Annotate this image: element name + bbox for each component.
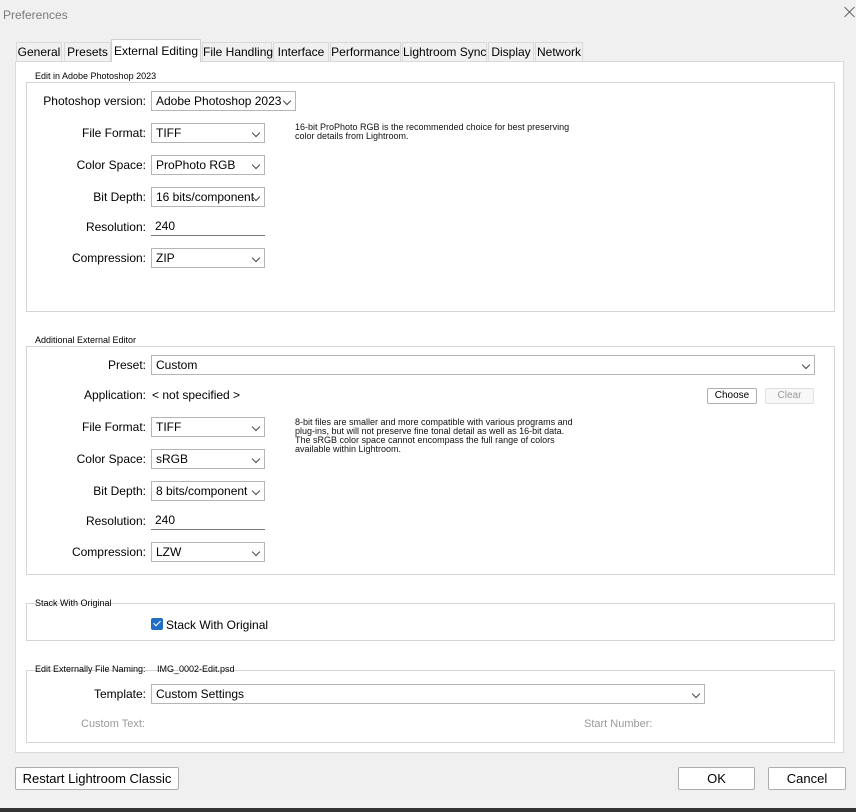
ae-note-line: available within Lightroom.: [295, 444, 402, 454]
ps-file-format-select[interactable]: TIFF: [151, 123, 265, 143]
ps-file-format-label: File Format:: [81, 126, 146, 140]
ae-file-format-select[interactable]: TIFF: [151, 417, 265, 437]
file-naming-group: [26, 670, 835, 743]
chevron-down-icon: [251, 486, 261, 496]
ps-color-space-value: ProPhoto RGB: [156, 158, 236, 172]
ps-color-space-select[interactable]: ProPhoto RGB: [151, 155, 265, 175]
additional-group-title: Additional External Editor: [35, 335, 137, 345]
tab-network[interactable]: Network: [535, 42, 583, 61]
ps-note: 16-bit ProPhoto RGB is the recommended c…: [295, 123, 569, 141]
ae-bit-depth-label: Bit Depth:: [93, 484, 146, 498]
chevron-down-icon: [251, 454, 261, 464]
ae-compression-select[interactable]: LZW: [151, 542, 265, 562]
tab-external-editing[interactable]: External Editing: [111, 39, 201, 62]
tab-presets[interactable]: Presets: [64, 42, 111, 61]
chevron-down-icon: [691, 689, 701, 699]
tab-display[interactable]: Display: [488, 42, 534, 61]
ae-color-space-label: Color Space:: [76, 452, 146, 466]
ps-note-line: color details from Lightroom.: [295, 131, 409, 141]
ae-note: 8-bit files are smaller and more compati…: [295, 418, 573, 454]
ae-compression-value: LZW: [156, 545, 182, 559]
chevron-down-icon: [251, 422, 261, 432]
template-value: Custom Settings: [156, 687, 245, 701]
chevron-down-icon: [282, 96, 292, 106]
template-label: Template:: [93, 687, 146, 701]
custom-text-label: Custom Text:: [81, 718, 145, 730]
ae-resolution-input[interactable]: 240: [151, 512, 265, 530]
taskbar-edge: [0, 808, 856, 812]
ae-file-format-value: TIFF: [156, 420, 182, 434]
photoshop-version-label: Photoshop version:: [43, 94, 146, 108]
photoshop-group: [26, 82, 835, 312]
file-naming-group-title: Edit Externally File Naming:: [35, 664, 146, 674]
chevron-down-icon: [251, 160, 261, 170]
photoshop-version-select[interactable]: Adobe Photoshop 2023: [151, 91, 296, 111]
ps-bit-depth-label: Bit Depth:: [93, 190, 146, 204]
ok-button[interactable]: OK: [678, 767, 755, 790]
chevron-down-icon: [251, 547, 261, 557]
ps-resolution-label: Resolution:: [85, 220, 146, 234]
additional-editor-group: [26, 346, 835, 575]
tab-file-handling[interactable]: File Handling: [202, 42, 273, 61]
restart-lightroom-button[interactable]: Restart Lightroom Classic: [15, 767, 179, 790]
ps-compression-value: ZIP: [156, 251, 175, 265]
stack-with-original-checkbox[interactable]: [151, 618, 163, 630]
start-number-label: Start Number:: [584, 718, 653, 730]
close-icon[interactable]: [843, 5, 856, 19]
tab-lightroom-sync[interactable]: Lightroom Sync: [402, 42, 487, 61]
ps-compression-select[interactable]: ZIP: [151, 248, 265, 268]
ae-file-format-label: File Format:: [81, 420, 146, 434]
example-filename: IMG_0002-Edit.psd: [157, 664, 235, 674]
tab-interface[interactable]: Interface: [273, 42, 329, 61]
ps-file-format-value: TIFF: [156, 126, 182, 140]
preset-select[interactable]: Custom: [151, 355, 815, 375]
preset-label: Preset:: [107, 358, 146, 372]
choose-button[interactable]: Choose: [707, 388, 757, 404]
preset-value: Custom: [156, 358, 198, 372]
photoshop-group-title: Edit in Adobe Photoshop 2023: [35, 71, 157, 81]
clear-button[interactable]: Clear: [765, 388, 814, 404]
template-select[interactable]: Custom Settings: [151, 684, 705, 704]
photoshop-version-value: Adobe Photoshop 2023: [156, 94, 282, 108]
ae-bit-depth-select[interactable]: 8 bits/component: [151, 481, 265, 501]
ae-resolution-label: Resolution:: [85, 514, 146, 528]
stack-group: [26, 603, 835, 641]
ps-bit-depth-value: 16 bits/component: [156, 190, 255, 204]
stack-group-title: Stack With Original: [35, 598, 112, 608]
ps-bit-depth-select[interactable]: 16 bits/component: [151, 187, 265, 207]
chevron-down-icon: [801, 360, 811, 370]
ps-resolution-input[interactable]: 240: [151, 218, 265, 236]
ps-color-space-label: Color Space:: [76, 158, 146, 172]
ae-bit-depth-value: 8 bits/component: [156, 484, 248, 498]
application-label: Application:: [83, 388, 146, 402]
ae-color-space-value: sRGB: [156, 452, 189, 466]
tab-general[interactable]: General: [16, 42, 62, 61]
chevron-down-icon: [251, 128, 261, 138]
chevron-down-icon: [251, 253, 261, 263]
ae-color-space-select[interactable]: sRGB: [151, 449, 265, 469]
window-title: Preferences: [3, 8, 68, 22]
tab-performance[interactable]: Performance: [330, 42, 401, 61]
ae-compression-label: Compression:: [71, 545, 146, 559]
application-value: < not specified >: [152, 388, 241, 402]
cancel-button[interactable]: Cancel: [768, 767, 846, 790]
stack-with-original-label[interactable]: Stack With Original: [166, 618, 268, 632]
ps-compression-label: Compression:: [71, 251, 146, 265]
